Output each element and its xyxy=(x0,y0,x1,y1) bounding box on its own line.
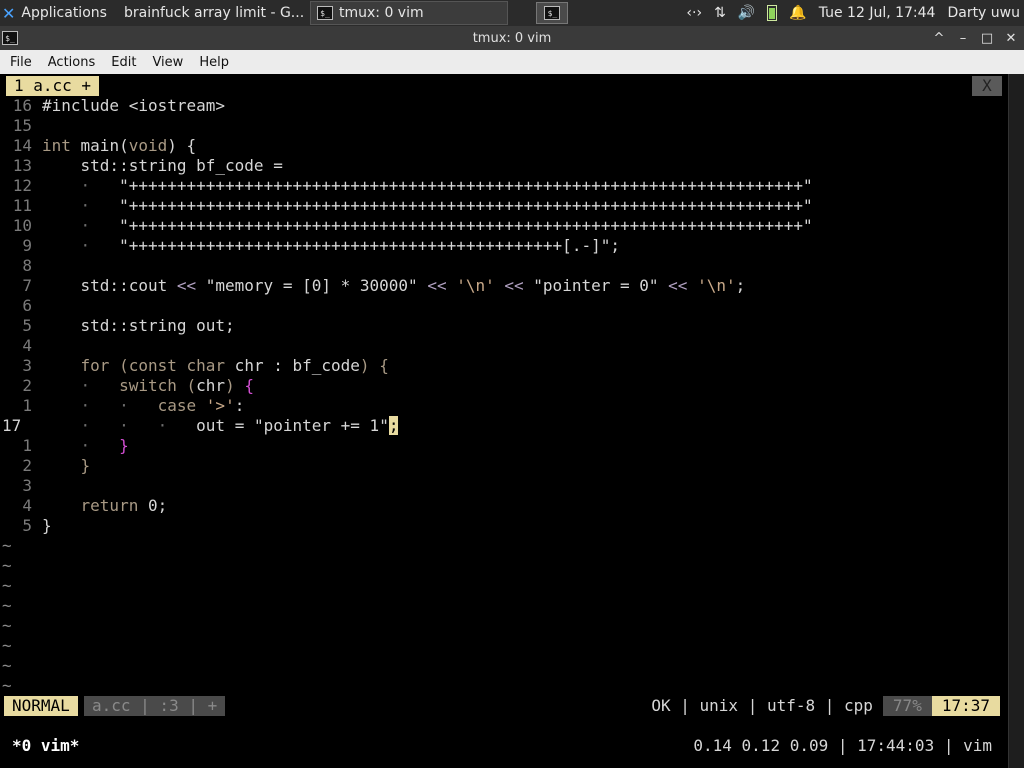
code-line-current: 17 · · · out = "pointer += 1"; xyxy=(2,416,399,435)
top-panel: ✕ Applications brainfuck array limit - G… xyxy=(0,0,1024,26)
terminal-launcher-button[interactable]: $_ xyxy=(536,2,569,24)
xfce-logo-icon: ✕ xyxy=(2,3,16,23)
code-line: 5 std::string out; xyxy=(22,316,235,335)
code-line: 12 · "++++++++++++++++++++++++++++++++++… xyxy=(12,176,813,195)
shade-button[interactable]: – xyxy=(956,31,970,46)
code-line: 3 for (const char chr : bf_code) { xyxy=(22,356,389,375)
tmux-statusbar: *0 vim* 0.14 0.12 0.09 | 17:44:03 | vim xyxy=(0,736,1008,756)
code-line: 14 int main(void) { xyxy=(12,136,197,155)
code-editor[interactable]: 16 #include <iostream> 15 14 int main(void… xyxy=(0,96,1008,696)
code-line: 13 std::string bf_code = xyxy=(12,156,283,175)
code-line: 4 xyxy=(22,336,32,355)
empty-line: ~ xyxy=(2,556,12,575)
code-line: 2 · switch (chr) { xyxy=(22,376,254,395)
code-line: 2 } xyxy=(22,456,91,475)
battery-icon[interactable] xyxy=(767,5,778,21)
notification-bell-icon[interactable]: 🔔 xyxy=(789,5,806,21)
terminal-icon: $_ xyxy=(317,6,333,20)
clock[interactable]: Tue 12 Jul, 17:44 xyxy=(819,5,936,21)
tmux-window-tab[interactable]: *0 vim* xyxy=(12,736,79,756)
applications-menu-button[interactable]: ✕ Applications xyxy=(0,1,112,25)
tmux-status-right: 0.14 0.12 0.09 | 17:44:03 | vim xyxy=(693,736,992,755)
empty-line: ~ xyxy=(2,616,12,635)
vim-mode: NORMAL xyxy=(4,696,78,716)
code-line: 7 std::cout << "memory = [0] * 30000" <<… xyxy=(22,276,746,295)
minimize-button[interactable]: ^ xyxy=(932,31,946,46)
vim-cursor-position: 17:37 xyxy=(931,696,1000,716)
menu-edit[interactable]: Edit xyxy=(111,55,144,70)
code-line: 8 xyxy=(22,256,32,275)
code-line: 1 · · case '>': xyxy=(22,396,245,415)
vim-scroll-percent: 77% xyxy=(882,696,932,716)
code-line: 11 · "++++++++++++++++++++++++++++++++++… xyxy=(12,196,813,215)
code-line: 6 xyxy=(22,296,32,315)
empty-line: ~ xyxy=(2,536,12,555)
taskbar-item-terminal[interactable]: $_ tmux: 0 vim xyxy=(310,1,508,25)
taskbar-item-label: brainfuck array limit - G... xyxy=(124,5,305,21)
empty-line: ~ xyxy=(2,576,12,595)
maximize-button[interactable]: □ xyxy=(980,31,994,46)
vim-file-format: OK | unix | utf-8 | cpp xyxy=(651,696,873,715)
text-cursor: ; xyxy=(388,416,399,435)
volume-icon[interactable]: 🔊 xyxy=(738,5,755,21)
applications-label: Applications xyxy=(21,5,107,21)
code-line: 5} xyxy=(22,516,52,535)
terminal-area[interactable]: 1 a.cc + X 16 #include <iostream> 15 14 in… xyxy=(0,74,1024,768)
vim-tabline: 1 a.cc + X xyxy=(0,76,1008,96)
menubar: File Actions Edit View Help xyxy=(0,50,1024,74)
vim-file-info: a.cc | :3 | + xyxy=(84,696,226,716)
code-line: 1 · } xyxy=(22,436,129,455)
terminal-scrollbar[interactable] xyxy=(1008,74,1024,768)
terminal-icon: $_ xyxy=(544,6,561,20)
system-tray: ‹·› ⇅ 🔊 🔔 Tue 12 Jul, 17:44 Darty uwu xyxy=(686,0,1024,26)
taskbar-spacer xyxy=(508,1,536,25)
empty-line: ~ xyxy=(2,596,12,615)
code-line: 15 xyxy=(12,116,32,135)
vim-tab-close-button[interactable]: X xyxy=(972,76,1002,96)
menu-help[interactable]: Help xyxy=(199,55,237,70)
vim-statusline: NORMAL a.cc | :3 | + OK | unix | utf-8 |… xyxy=(0,696,1008,716)
empty-line: ~ xyxy=(2,656,12,675)
code-line: 4 return 0; xyxy=(22,496,168,515)
menu-file[interactable]: File xyxy=(10,55,40,70)
vim-tab-active[interactable]: 1 a.cc + xyxy=(6,76,100,96)
close-button[interactable]: ✕ xyxy=(1004,31,1018,46)
code-line: 16 #include <iostream> xyxy=(12,96,226,115)
taskbar-item-firefox[interactable]: brainfuck array limit - G... xyxy=(112,1,310,25)
window-titlebar[interactable]: $_ tmux: 0 vim ^ – □ ✕ xyxy=(0,26,1024,50)
network-icon[interactable]: ⇅ xyxy=(714,5,726,21)
code-line: 10 · "++++++++++++++++++++++++++++++++++… xyxy=(12,216,813,235)
menu-view[interactable]: View xyxy=(152,55,191,70)
empty-line: ~ xyxy=(2,676,12,695)
code-line: 3 xyxy=(22,476,32,495)
code-icon[interactable]: ‹·› xyxy=(686,5,702,21)
user-menu[interactable]: Darty uwu xyxy=(947,5,1020,21)
window-title: tmux: 0 vim xyxy=(472,30,552,46)
menu-actions[interactable]: Actions xyxy=(48,55,104,70)
empty-line: ~ xyxy=(2,636,12,655)
taskbar-item-label: tmux: 0 vim xyxy=(339,5,424,21)
code-line: 9 · "+++++++++++++++++++++++++++++++++++… xyxy=(22,236,620,255)
